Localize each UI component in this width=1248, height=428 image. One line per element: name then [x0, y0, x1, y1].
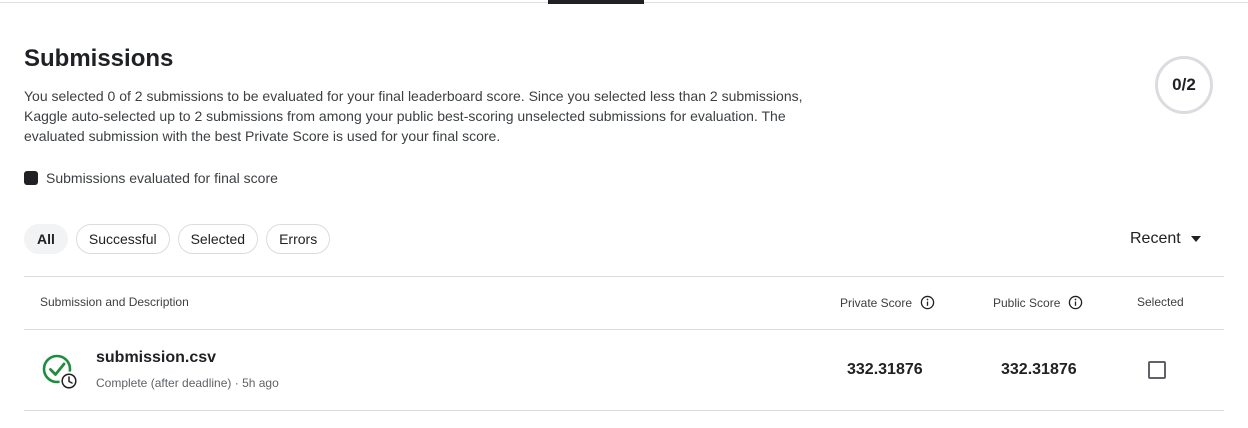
- filter-errors-chip[interactable]: Errors: [266, 224, 331, 254]
- info-icon[interactable]: [920, 295, 935, 310]
- submission-file-name[interactable]: submission.csv: [96, 349, 216, 367]
- description-line: evaluated submission with the best Priva…: [24, 128, 501, 144]
- legend: Submissions evaluated for final score: [24, 170, 278, 186]
- column-header-submission: Submission and Description: [40, 295, 189, 309]
- info-icon[interactable]: [1068, 295, 1083, 310]
- description-line: You selected 0 of 2 submissions to be ev…: [24, 88, 803, 104]
- filter-selected-chip[interactable]: Selected: [177, 224, 259, 254]
- submission-status: Complete (after deadline) · 5h ago: [96, 376, 279, 390]
- column-header-private-score: Private Score: [840, 295, 935, 310]
- page-title: Submissions: [24, 45, 174, 72]
- column-header-label: Private Score: [840, 295, 913, 310]
- description-line: Kaggle auto-selected up to 2 submissions…: [24, 108, 786, 124]
- legend-label: Submissions evaluated for final score: [46, 170, 278, 186]
- column-header-label: Public Score: [993, 295, 1061, 310]
- caret-down-icon: [1190, 236, 1201, 242]
- selected-count-badge: 0/2: [1155, 56, 1213, 114]
- submissions-description: You selected 0 of 2 submissions to be ev…: [24, 86, 874, 146]
- column-header-label: Selected: [1137, 295, 1184, 309]
- table-top-divider: [24, 276, 1224, 277]
- sort-label: Recent: [1130, 230, 1181, 247]
- sort-dropdown[interactable]: Recent: [1130, 230, 1201, 248]
- check-circle-clock-icon: [42, 354, 79, 391]
- active-tab-indicator: [548, 0, 644, 4]
- column-header-label: Submission and Description: [40, 295, 189, 309]
- filter-chips: All Successful Selected Errors: [24, 224, 331, 254]
- private-score-value: 332.31876: [847, 361, 923, 378]
- column-header-public-score: Public Score: [993, 295, 1083, 310]
- selected-checkbox[interactable]: [1148, 361, 1166, 379]
- column-header-selected: Selected: [1137, 295, 1184, 309]
- legend-swatch: [24, 171, 38, 185]
- filter-all-chip[interactable]: All: [24, 224, 68, 254]
- public-score-value: 332.31876: [1001, 361, 1077, 378]
- row-divider: [24, 410, 1224, 411]
- filter-successful-chip[interactable]: Successful: [75, 224, 170, 254]
- header-divider: [24, 329, 1224, 330]
